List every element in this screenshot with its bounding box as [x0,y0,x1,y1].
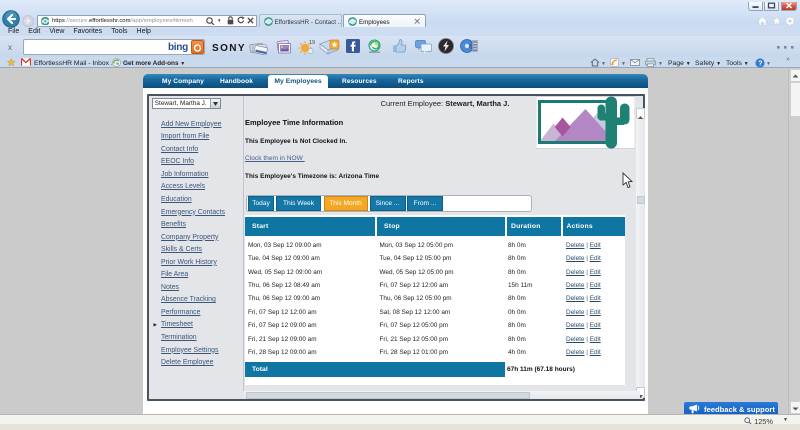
svg-text:?: ? [758,60,762,67]
svg-text:19: 19 [309,40,315,46]
